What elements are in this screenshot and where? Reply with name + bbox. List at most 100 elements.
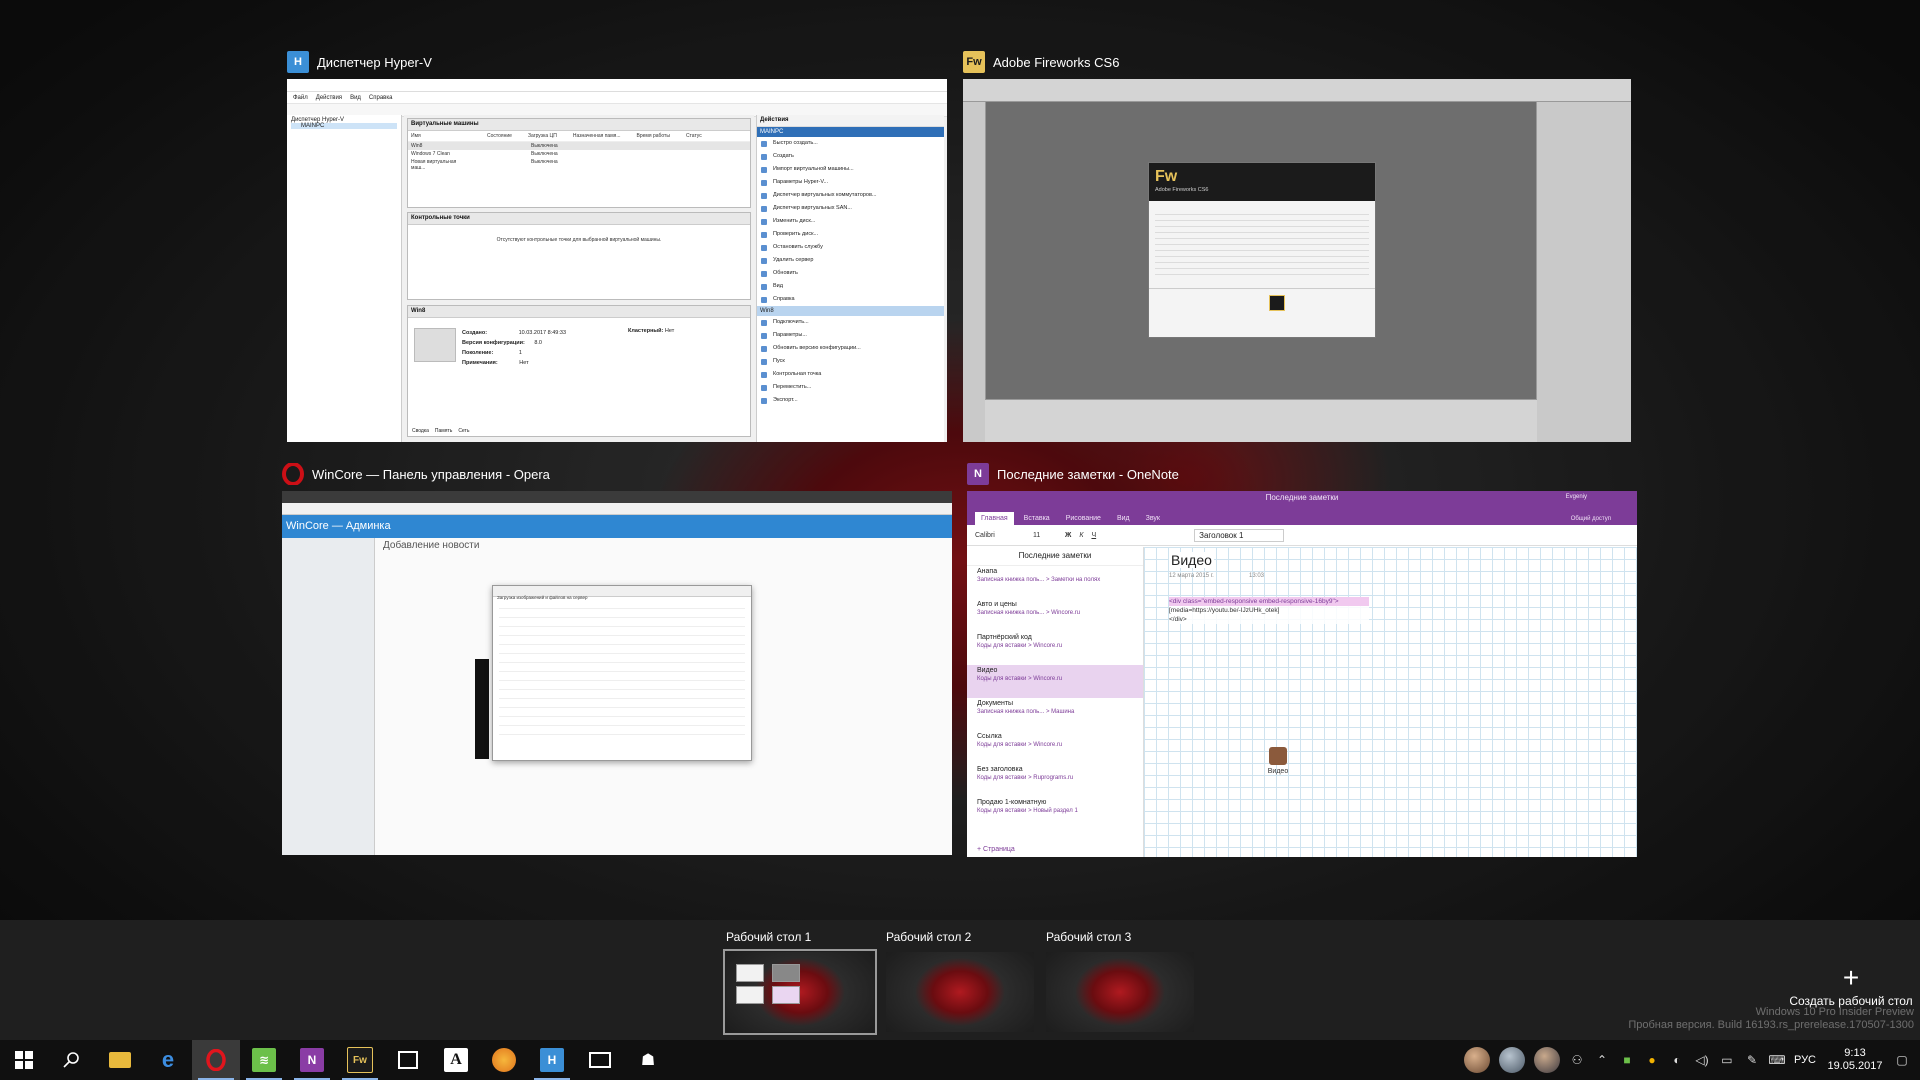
font-icon: A <box>444 1048 468 1072</box>
tab-view: Вид <box>1116 515 1130 522</box>
vm-actions-list: Подключить... Параметры... Обновить версию… <box>757 316 944 407</box>
checkpoints-panel: Контрольные точки Отсутствуют контрольны… <box>407 212 751 300</box>
menu-file: Файл <box>293 94 308 101</box>
taskbar-mail[interactable] <box>576 1040 624 1080</box>
avatar[interactable] <box>1463 1047 1490 1073</box>
feedly-icon: ≋ <box>252 1048 276 1072</box>
taskbar-fireworks[interactable]: Fw <box>336 1040 384 1080</box>
site-title: WinCore — Админка <box>286 520 391 532</box>
note-canvas: Видео 12 марта 2015 г. 13:03 <div class=… <box>1144 547 1637 857</box>
action-item: Создать <box>757 150 944 163</box>
window-title: WinCore — Панель управления - Opera <box>312 466 550 482</box>
desktop-thumbnail[interactable] <box>886 952 1034 1032</box>
input-language[interactable]: РУС <box>1794 1054 1816 1066</box>
page-item-path: Коды для вставки > Ruprograms.ru <box>977 775 1074 781</box>
desktop-thumbnail[interactable] <box>723 949 877 1035</box>
action-item: Изменить диск... <box>757 215 944 228</box>
taskbar-people[interactable]: ☗ <box>624 1040 672 1080</box>
desktop-thumbnail[interactable] <box>1046 952 1194 1032</box>
page-list-item: Авто и цены Записная книжка поль... > Win… <box>967 599 1143 632</box>
detail-key: Поколение: <box>462 350 494 356</box>
system-tray: ⚇ ⌃ ■ ● ◐ ◁) ▭ ✎ ⌨ РУС 9:13 19.05.2017 ▢ <box>1463 1040 1920 1080</box>
column-header: Статус <box>685 133 702 139</box>
mini-window <box>736 986 764 1004</box>
window-title-bar[interactable]: Fw Adobe Fireworks CS6 <box>963 50 1119 74</box>
table-row: Windows 7 Clean Выключена <box>408 150 750 158</box>
page-list-item: Без заголовка Коды для вставки > Ruprogra… <box>967 764 1143 797</box>
attachment: Видео <box>1266 747 1290 775</box>
actions-host-header: MAINPC <box>757 127 944 137</box>
clock[interactable]: 9:13 19.05.2017 <box>1825 1047 1885 1073</box>
page-item-title: Документы <box>977 700 1014 707</box>
video-file-icon <box>1269 747 1287 765</box>
italic-icon: К <box>1079 531 1084 539</box>
window-title-bar[interactable]: WinCore — Панель управления - Opera <box>282 462 550 486</box>
window-title-bar[interactable]: N Последние заметки - OneNote <box>967 462 1179 486</box>
taskbar-explorer[interactable] <box>96 1040 144 1080</box>
volume-icon[interactable]: ◁) <box>1694 1052 1710 1068</box>
tray-app-icon[interactable]: ■ <box>1619 1052 1635 1068</box>
start-icon <box>15 1051 33 1069</box>
action-item: Подключить... <box>757 316 944 329</box>
pages-pane: Последние заметки Анапа Записная книжка п… <box>967 547 1144 857</box>
new-desktop-button[interactable]: + Создать рабочий стол <box>1786 964 1916 1009</box>
vm-list-header: Имя Состояние Загрузка ЦП Назначенная па… <box>408 131 750 142</box>
window-thumbnail[interactable]: Последние заметки Evgeniy Главная Вставк… <box>967 491 1637 857</box>
avatar[interactable] <box>1498 1047 1525 1073</box>
action-center-icon[interactable]: ▢ <box>1894 1052 1910 1068</box>
ribbon: Calibri 11 Ж К Ч Заголовок 1 <box>967 525 1637 546</box>
page-list-item: Анапа Записная книжка поль... > Заметки н… <box>967 566 1143 599</box>
window-thumbnail[interactable]: Fw Adobe Fireworks CS6 <box>963 79 1631 442</box>
action-item: Остановить службу <box>757 241 944 254</box>
window-opera[interactable]: WinCore — Панель управления - Opera WinC… <box>282 462 952 858</box>
taskbar-store[interactable] <box>384 1040 432 1080</box>
taskbar-edge[interactable]: e <box>144 1040 192 1080</box>
tray-app-icon[interactable]: ● <box>1644 1052 1660 1068</box>
desktop-2[interactable]: Рабочий стол 2 <box>886 920 1034 1032</box>
upload-dialog: Загрузка изображений и файлов на сервер <box>492 585 752 761</box>
product-name: Adobe Fireworks CS6 <box>1155 187 1209 193</box>
page-item-path: Записная книжка поль... > Машина <box>977 709 1075 715</box>
app-titlebar: Последние заметки Evgeniy <box>967 491 1637 506</box>
page-title: Видео <box>1169 552 1214 568</box>
admin-sidebar <box>282 538 375 855</box>
vm-list-panel: Виртуальные машины Имя Состояние Загрузк… <box>407 118 751 208</box>
app-toolbar <box>963 79 1631 102</box>
pen-icon[interactable]: ✎ <box>1744 1052 1760 1068</box>
style-picker: Заголовок 1 <box>1194 528 1285 542</box>
window-onenote[interactable]: N Последние заметки - OneNote Последние … <box>967 462 1637 858</box>
page-item-title: Партнёрский код <box>977 634 1032 641</box>
keyboard-icon[interactable]: ⌨ <box>1768 1052 1785 1068</box>
user-name: Evgeniy <box>1565 494 1587 500</box>
welcome-links <box>1155 209 1369 279</box>
taskbar-opera[interactable] <box>192 1040 240 1080</box>
clock-time: 9:13 <box>1844 1047 1866 1059</box>
window-fireworks[interactable]: Fw Adobe Fireworks CS6 Fw Adobe Firework… <box>963 50 1631 445</box>
window-thumbnail[interactable]: Файл Действия Вид Справка Диспетчер Hype… <box>287 79 947 442</box>
desktop-1[interactable]: Рабочий стол 1 <box>723 920 877 1035</box>
desktop-3[interactable]: Рабочий стол 3 <box>1046 920 1194 1032</box>
taskbar-feedly[interactable]: ≋ <box>240 1040 288 1080</box>
search-button[interactable] <box>48 1040 96 1080</box>
taskbar-hyperv[interactable]: H <box>528 1040 576 1080</box>
hyperv-icon: H <box>540 1048 564 1072</box>
window-hyperv-manager[interactable]: H Диспетчер Hyper-V Файл Действия Вид Сп… <box>287 50 947 445</box>
taskbar-paint[interactable] <box>480 1040 528 1080</box>
network-icon[interactable]: ▭ <box>1719 1052 1735 1068</box>
avatar[interactable] <box>1533 1047 1560 1073</box>
dialog-body <box>499 600 745 740</box>
watermark-line: Пробная версия. Build 16193.rs_prereleas… <box>1628 1019 1914 1031</box>
window-title-bar[interactable]: H Диспетчер Hyper-V <box>287 50 432 74</box>
table-row: Win8 Выключена <box>408 142 750 150</box>
tray-app-icon[interactable]: ◐ <box>1669 1052 1685 1068</box>
detail-row: Поколение: 1 <box>462 348 566 358</box>
action-item: Контрольная точка <box>757 368 944 381</box>
chevron-up-icon[interactable]: ⌃ <box>1594 1052 1610 1068</box>
taskbar-font-app[interactable]: A <box>432 1040 480 1080</box>
taskbar-onenote[interactable]: N <box>288 1040 336 1080</box>
people-tray-icon[interactable]: ⚇ <box>1569 1052 1585 1068</box>
window-thumbnail[interactable]: WinCore — Админка Добавление новости Заг… <box>282 491 952 855</box>
onenote-icon: N <box>967 463 989 485</box>
action-item: Удалить сервер <box>757 254 944 267</box>
start-button[interactable] <box>0 1040 48 1080</box>
